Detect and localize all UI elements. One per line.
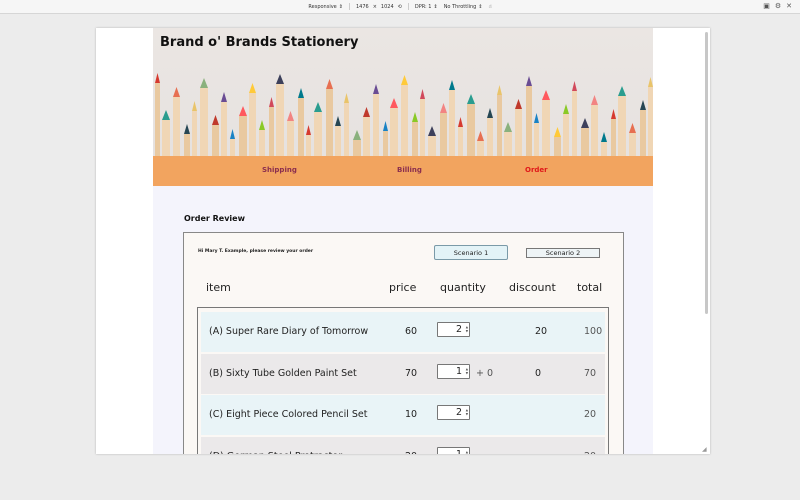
- table-row: (A) Super Rare Diary of Tomorrow 60 2 ▲ ▼ 20 1…: [201, 312, 605, 352]
- divider: [407, 3, 409, 10]
- item-total: 20: [584, 409, 597, 420]
- dpr-label: DPR: 1: [414, 3, 432, 10]
- item-discount: 20: [535, 326, 548, 337]
- quantity-value: 2: [455, 324, 462, 335]
- stepper-arrows-icon[interactable]: ▲▼: [466, 325, 468, 333]
- nav-billing-link[interactable]: Billing: [397, 166, 422, 174]
- item-name: (A) Super Rare Diary of Tomorrow: [209, 326, 369, 337]
- item-price: 70: [405, 367, 418, 379]
- scenario-2-button[interactable]: Scenario 2: [526, 248, 600, 258]
- quantity-stepper[interactable]: 2 ▲ ▼: [437, 405, 470, 420]
- quantity-value: 1: [455, 365, 462, 377]
- chevron-updown-icon: ⇕: [433, 3, 438, 10]
- throttling-select[interactable]: No Throttling ⇕: [444, 4, 483, 10]
- brand-title: Brand o' Brands Stationery: [160, 35, 359, 50]
- chevron-updown-icon: ⇕: [338, 3, 343, 10]
- order-items-table: (A) Super Rare Diary of Tomorrow 60 2 ▲ ▼ 20 1…: [197, 307, 609, 454]
- nav-shipping-link[interactable]: Shipping: [262, 166, 297, 174]
- item-price: 60: [405, 326, 418, 337]
- screenshot-icon[interactable]: ▣: [763, 2, 770, 10]
- gear-icon[interactable]: ⚙: [775, 2, 781, 10]
- order-review-card: Hi Mary T. Example, please review your o…: [183, 232, 624, 454]
- throttling-label: No Throttling: [443, 3, 477, 10]
- item-total: 100: [584, 326, 603, 337]
- divider: [348, 3, 350, 10]
- item-price: 10: [405, 409, 418, 420]
- stepper-arrows-icon[interactable]: ▲▼: [466, 450, 468, 455]
- greeting-text: Hi Mary T. Example, please review your o…: [198, 249, 314, 254]
- viewport-height-input[interactable]: 1024: [381, 4, 394, 10]
- close-icon[interactable]: ✕: [786, 2, 792, 10]
- order-review-title: Order Review: [184, 214, 245, 223]
- quantity-stepper[interactable]: 2 ▲ ▼: [437, 322, 470, 337]
- quantity-value: 1: [455, 448, 462, 455]
- viewport-dimensions: 1476 × 1024 ⟲: [356, 4, 402, 10]
- item-total: 70: [584, 367, 597, 379]
- times-sign: ×: [372, 3, 377, 10]
- column-header-item: item: [206, 281, 231, 294]
- column-header-price: price: [389, 281, 417, 294]
- touch-simulation-icon[interactable]: ☝: [489, 4, 492, 10]
- column-header-discount: discount: [509, 281, 556, 294]
- column-header-quantity: quantity: [440, 281, 486, 294]
- table-row: (D) German Steel Protractor 20 1 ▲▼ 20: [201, 436, 605, 455]
- table-row: (B) Sixty Tube Golden Paint Set 70 1 ▲ ▼ + 0 0…: [201, 353, 605, 394]
- item-name: (C) Eight Piece Colored Pencil Set: [209, 409, 368, 420]
- table-row: (C) Eight Piece Colored Pencil Set 10 2 ▲ ▼ 2…: [201, 395, 605, 435]
- item-total: 20: [584, 451, 596, 455]
- item-discount: 0: [535, 367, 542, 379]
- quantity-value: 2: [455, 407, 462, 418]
- responsive-mode-label: Responsive: [308, 3, 337, 10]
- vertical-scrollbar[interactable]: [705, 32, 708, 314]
- chevron-updown-icon: ⇕: [478, 3, 483, 10]
- nav-order-link[interactable]: Order: [525, 166, 548, 174]
- column-header-total: total: [577, 281, 603, 294]
- page-viewport: Brand o' Brands Stationery Shipping Bill…: [96, 28, 710, 454]
- quantity-extra: + 0: [476, 367, 494, 379]
- devtools-right-actions: ▣ ⚙ ✕: [763, 2, 792, 10]
- dpr-select[interactable]: DPR: 1 ⇕: [415, 4, 438, 10]
- resize-handle-icon[interactable]: ◢: [702, 447, 708, 453]
- quantity-stepper[interactable]: 1 ▲▼: [437, 446, 470, 455]
- header-banner: Brand o' Brands Stationery: [153, 28, 653, 156]
- item-name: (D) German Steel Protractor: [209, 451, 342, 455]
- rotate-icon[interactable]: ⟲: [398, 4, 402, 10]
- viewport-width-input[interactable]: 1476: [356, 4, 369, 10]
- quantity-stepper[interactable]: 1 ▲▼: [437, 363, 470, 379]
- scenario-1-button[interactable]: Scenario 1: [434, 245, 508, 260]
- checkout-nav: Shipping Billing Order: [153, 156, 653, 186]
- item-name: (B) Sixty Tube Golden Paint Set: [209, 367, 357, 379]
- page-content: Brand o' Brands Stationery Shipping Bill…: [153, 28, 653, 454]
- stepper-arrows-icon[interactable]: ▲▼: [466, 367, 468, 375]
- item-price: 20: [405, 451, 417, 455]
- responsive-mode-select[interactable]: Responsive ⇕: [308, 4, 343, 10]
- stepper-arrows-icon[interactable]: ▲▼: [466, 408, 468, 416]
- devtools-toolbar: Responsive ⇕ 1476 × 1024 ⟲ DPR: 1 ⇕ No T…: [0, 0, 800, 14]
